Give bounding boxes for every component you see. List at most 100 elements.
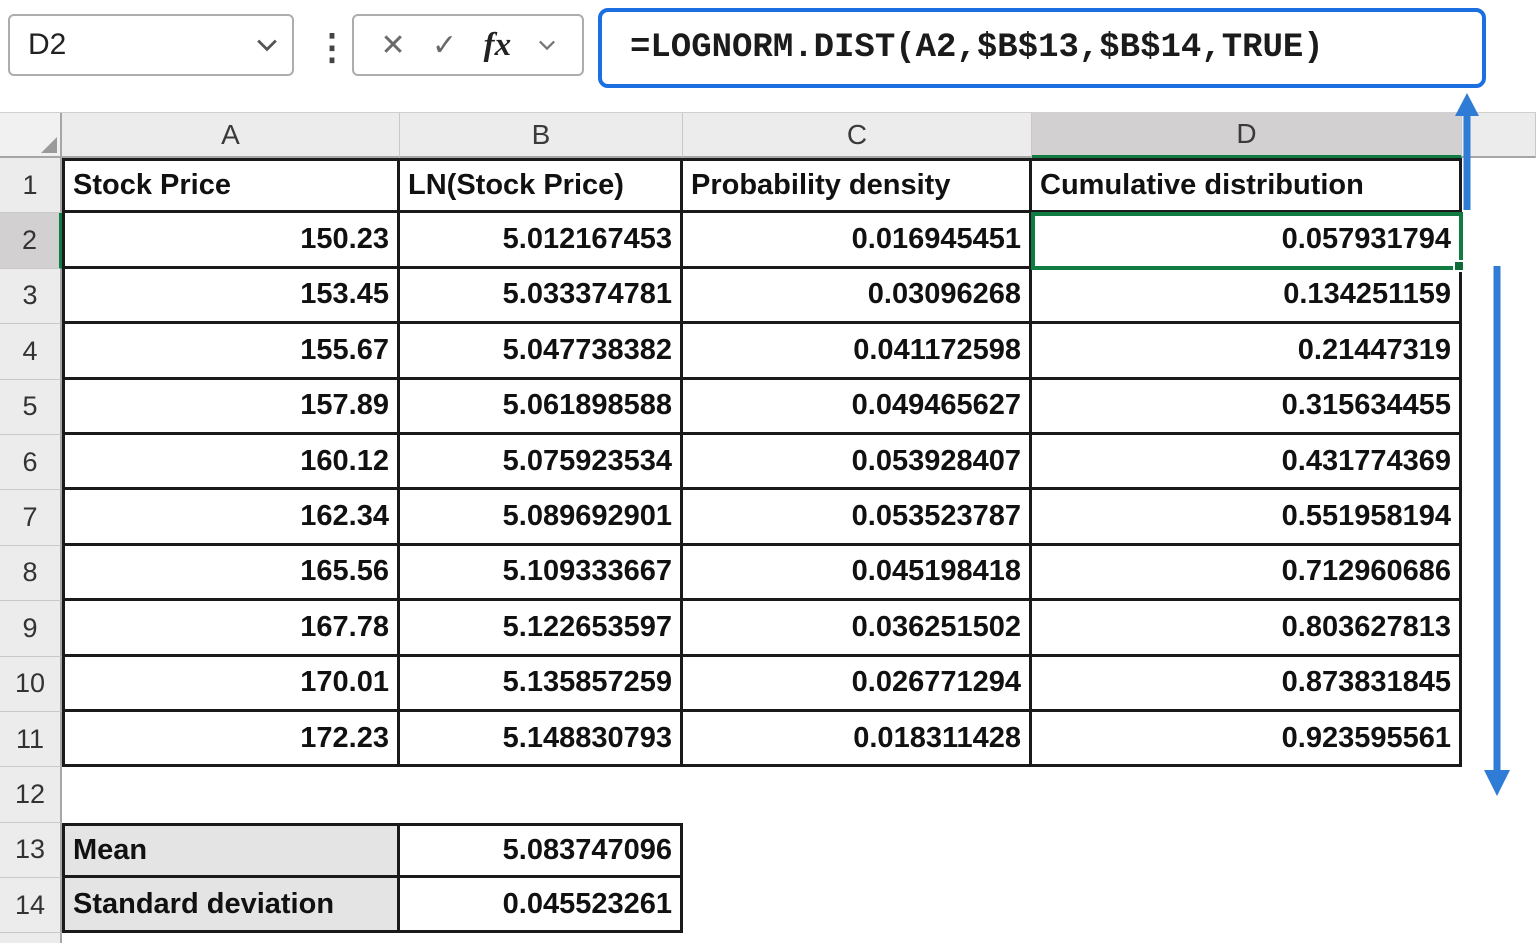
cell-C5[interactable]: 0.049465627 [683,380,1032,435]
cell-D1[interactable]: Cumulative distribution [1032,158,1462,213]
cell-B9[interactable]: 5.122653597 [400,601,683,656]
cell-A10[interactable]: 170.01 [62,657,400,712]
cell-A5[interactable]: 157.89 [62,380,400,435]
cell-E11[interactable] [1462,712,1536,767]
cell-E14[interactable] [1462,878,1536,933]
cell-D15[interactable] [1032,933,1462,943]
cell-A8[interactable]: 165.56 [62,546,400,601]
cell-A3[interactable]: 153.45 [62,269,400,324]
cell-E2[interactable] [1462,213,1536,268]
cell-A9[interactable]: 167.78 [62,601,400,656]
cell-A6[interactable]: 160.12 [62,435,400,490]
row-header-13[interactable]: 13 [0,823,62,878]
cell-C9[interactable]: 0.036251502 [683,601,1032,656]
row-header-15[interactable] [0,933,62,943]
insert-function-icon[interactable]: fx [484,27,512,64]
cell-C7[interactable]: 0.053523787 [683,490,1032,545]
column-header-C[interactable]: C [683,113,1032,158]
cell-A4[interactable]: 155.67 [62,324,400,379]
cell-E10[interactable] [1462,657,1536,712]
cell-C6[interactable]: 0.053928407 [683,435,1032,490]
cell-B10[interactable]: 5.135857259 [400,657,683,712]
cell-B14[interactable]: 0.045523261 [400,878,683,933]
row-header-6[interactable]: 6 [0,435,62,490]
cell-D13[interactable] [1032,823,1462,878]
cell-C1[interactable]: Probability density [683,158,1032,213]
cell-B15[interactable] [400,933,683,943]
cell-B5[interactable]: 5.061898588 [400,380,683,435]
cell-C15[interactable] [683,933,1032,943]
cell-A7[interactable]: 162.34 [62,490,400,545]
column-header-B[interactable]: B [400,113,683,158]
row-header-5[interactable]: 5 [0,380,62,435]
cell-B2[interactable]: 5.012167453 [400,213,683,268]
cell-A11[interactable]: 172.23 [62,712,400,767]
cell-B7[interactable]: 5.089692901 [400,490,683,545]
row-header-11[interactable]: 11 [0,712,62,767]
cell-B4[interactable]: 5.047738382 [400,324,683,379]
chevron-down-icon[interactable] [256,38,278,52]
row-header-9[interactable]: 9 [0,601,62,656]
cell-B3[interactable]: 5.033374781 [400,269,683,324]
cell-C13[interactable] [683,823,1032,878]
column-header-A[interactable]: A [62,113,400,158]
cell-E13[interactable] [1462,823,1536,878]
cell-A2[interactable]: 150.23 [62,213,400,268]
cell-B12[interactable] [400,767,683,822]
row-header-4[interactable]: 4 [0,324,62,379]
cell-D10[interactable]: 0.873831845 [1032,657,1462,712]
column-header-D[interactable]: D [1032,113,1462,158]
row-header-10[interactable]: 10 [0,657,62,712]
enter-icon[interactable]: ✓ [432,28,457,63]
cell-E5[interactable] [1462,380,1536,435]
cell-E3[interactable] [1462,269,1536,324]
row-header-14[interactable]: 14 [0,878,62,933]
cell-D2[interactable]: 0.057931794 [1032,213,1462,268]
cell-B11[interactable]: 5.148830793 [400,712,683,767]
cell-E1[interactable] [1462,158,1536,213]
select-all-corner[interactable] [0,113,62,158]
chevron-down-icon[interactable] [538,39,556,51]
cell-C10[interactable]: 0.026771294 [683,657,1032,712]
cell-E4[interactable] [1462,324,1536,379]
cancel-icon[interactable]: ✕ [380,28,405,63]
cell-B13[interactable]: 5.083747096 [400,823,683,878]
cell-C14[interactable] [683,878,1032,933]
cell-D6[interactable]: 0.431774369 [1032,435,1462,490]
row-header-12[interactable]: 12 [0,767,62,822]
name-box[interactable]: D2 [8,14,294,76]
cell-D4[interactable]: 0.21447319 [1032,324,1462,379]
cell-C12[interactable] [683,767,1032,822]
row-header-1[interactable]: 1 [0,158,62,213]
row-header-3[interactable]: 3 [0,269,62,324]
cell-E8[interactable] [1462,546,1536,601]
cell-E15[interactable] [1462,933,1536,943]
row-header-2[interactable]: 2 [0,213,62,268]
cell-E6[interactable] [1462,435,1536,490]
cell-D5[interactable]: 0.315634455 [1032,380,1462,435]
cell-D9[interactable]: 0.803627813 [1032,601,1462,656]
cell-E7[interactable] [1462,490,1536,545]
cell-A13[interactable]: Mean [62,823,400,878]
row-header-8[interactable]: 8 [0,546,62,601]
row-header-7[interactable]: 7 [0,490,62,545]
fill-handle[interactable] [1453,260,1465,272]
cell-D12[interactable] [1032,767,1462,822]
column-header-filler[interactable] [1462,113,1536,158]
cell-E9[interactable] [1462,601,1536,656]
cell-C8[interactable]: 0.045198418 [683,546,1032,601]
cell-D14[interactable] [1032,878,1462,933]
cell-D7[interactable]: 0.551958194 [1032,490,1462,545]
cell-C3[interactable]: 0.03096268 [683,269,1032,324]
formula-input[interactable]: =LOGNORM.DIST(A2,$B$13,$B$14,TRUE) [598,8,1486,88]
cell-A15[interactable] [62,933,400,943]
cell-B8[interactable]: 5.109333667 [400,546,683,601]
cell-E12[interactable] [1462,767,1536,822]
cell-B1[interactable]: LN(Stock Price) [400,158,683,213]
cell-A14[interactable]: Standard deviation [62,878,400,933]
cell-D8[interactable]: 0.712960686 [1032,546,1462,601]
cell-D3[interactable]: 0.134251159 [1032,269,1462,324]
cell-C11[interactable]: 0.018311428 [683,712,1032,767]
cell-D11[interactable]: 0.923595561 [1032,712,1462,767]
cell-C4[interactable]: 0.041172598 [683,324,1032,379]
